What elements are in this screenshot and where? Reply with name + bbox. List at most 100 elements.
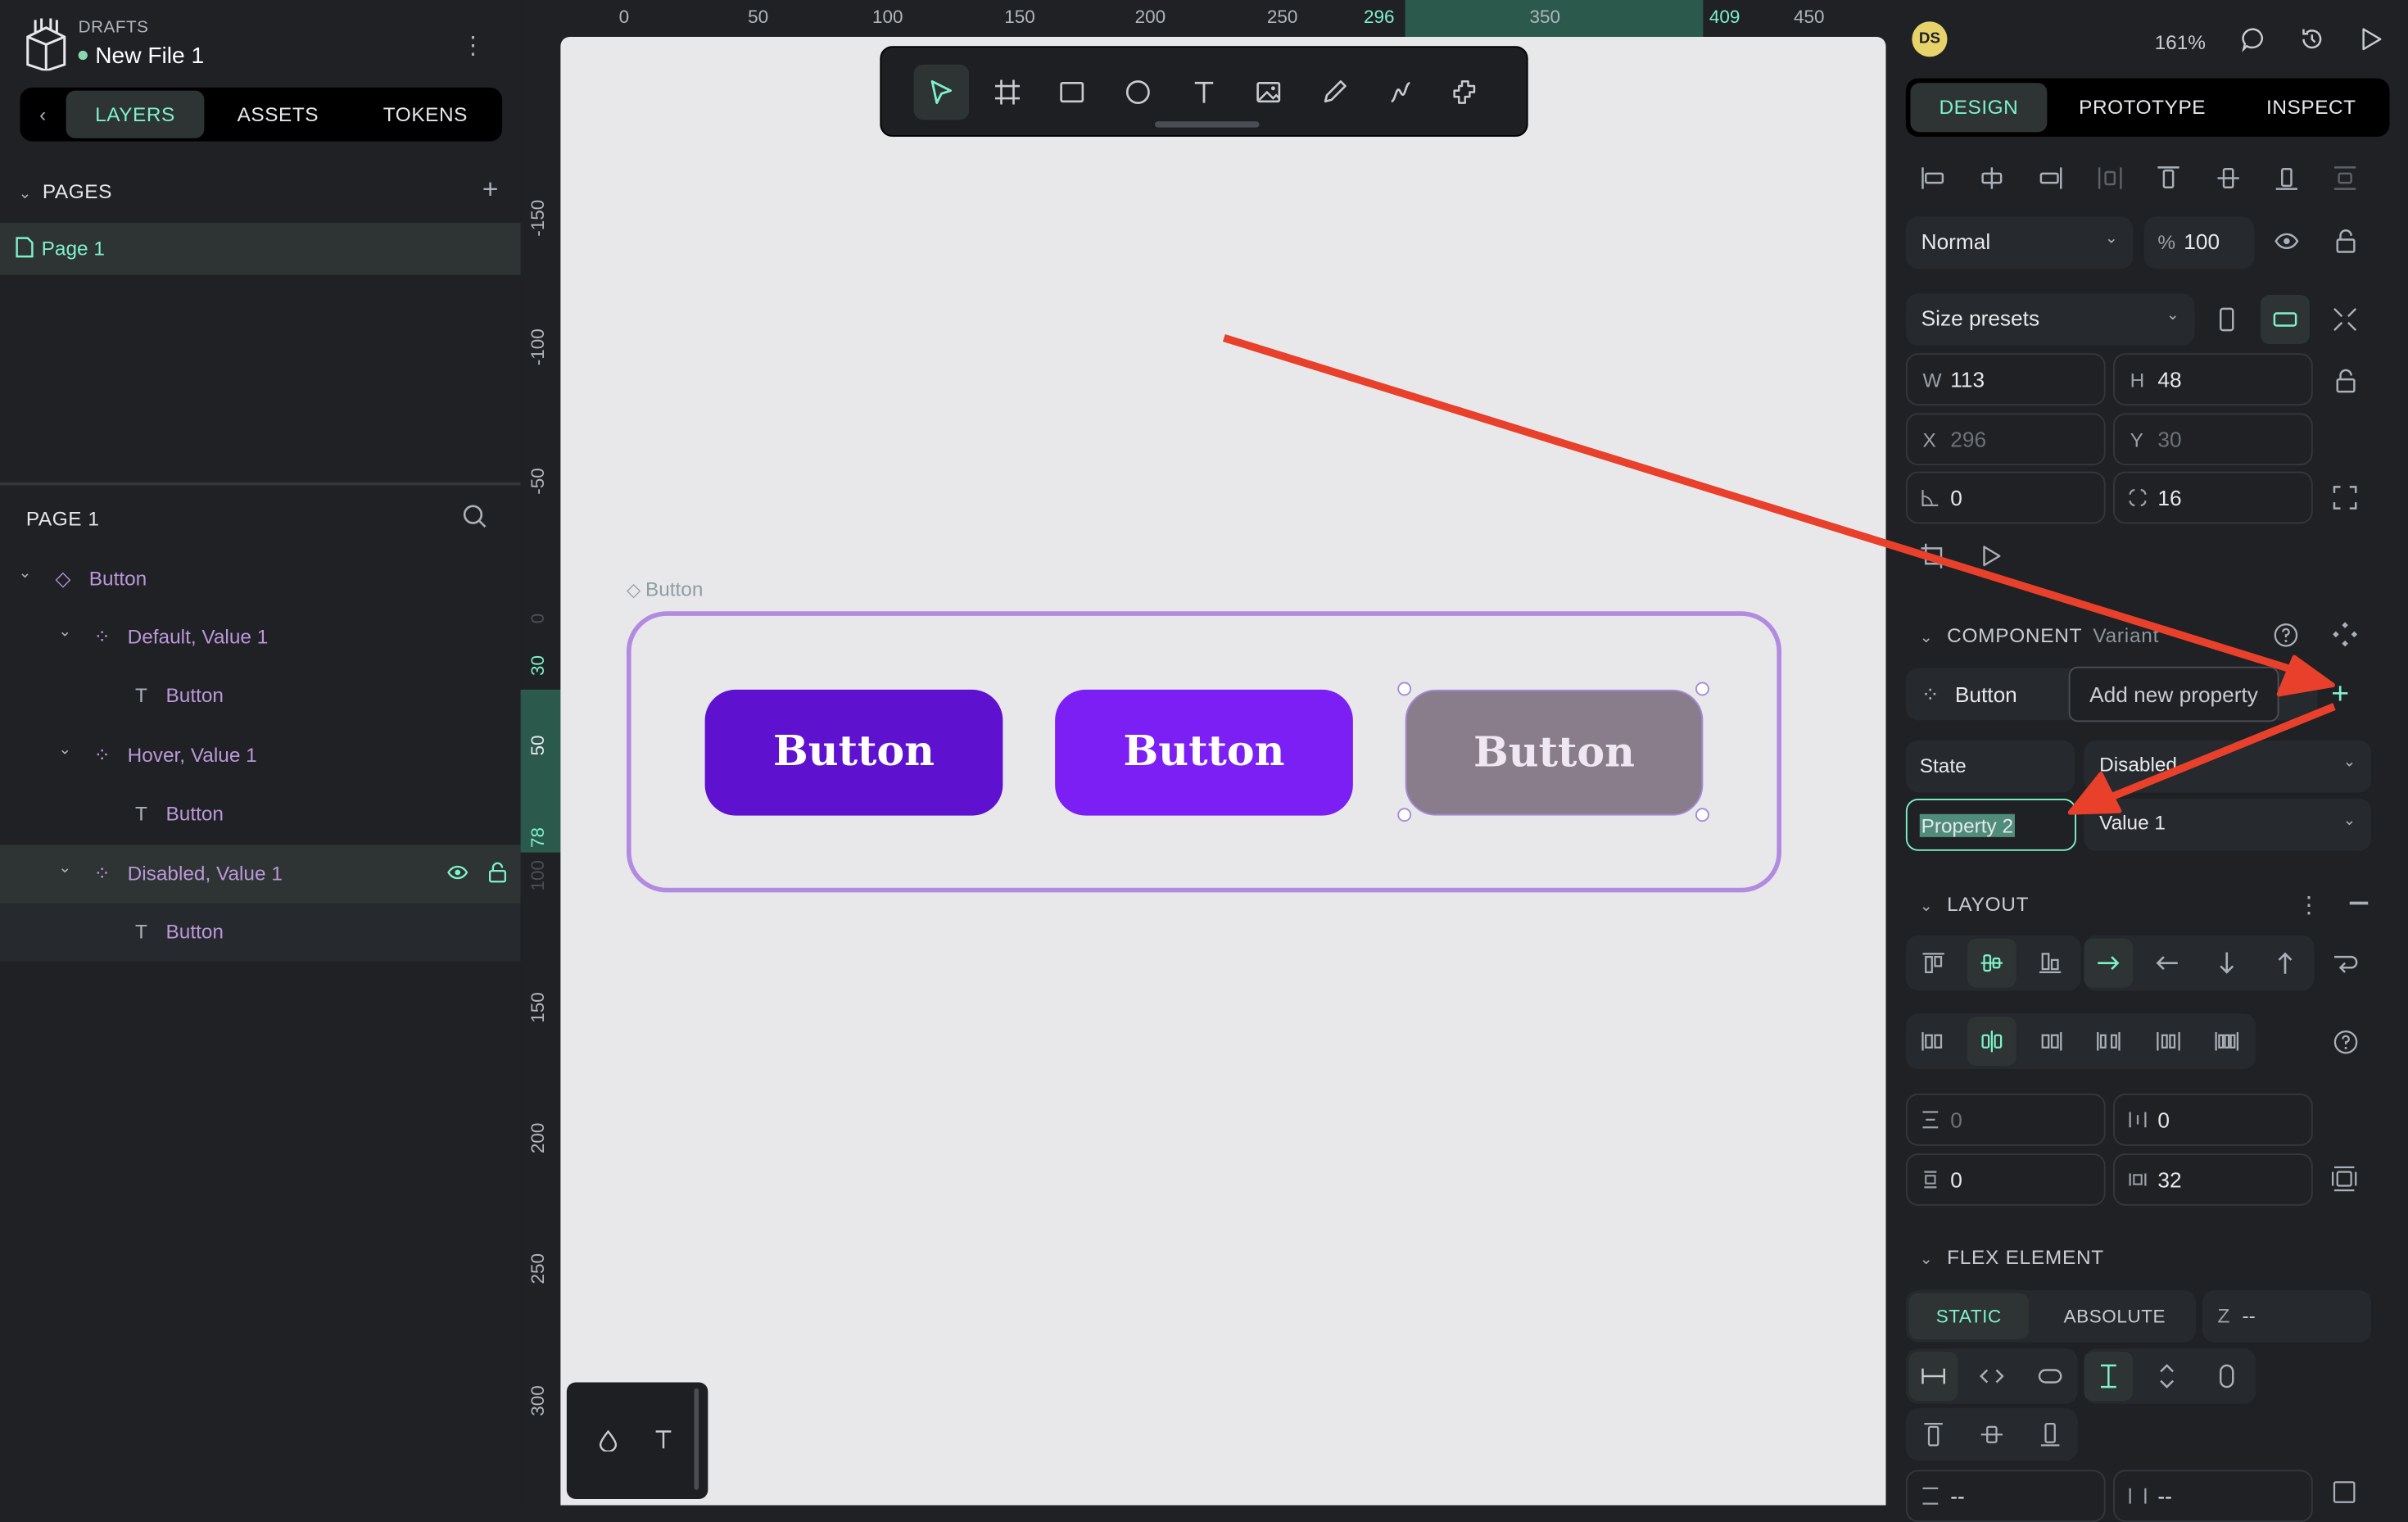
help-icon[interactable]: [2273, 622, 2299, 648]
landscape-orientation-icon[interactable]: [2261, 295, 2310, 344]
eye-icon[interactable]: [447, 865, 468, 881]
layer-row-selected[interactable]: ⌄ ⁘ Disabled, Value 1: [0, 845, 521, 903]
toolbar-grip[interactable]: [1155, 121, 1260, 128]
justify-space-between-icon[interactable]: [2084, 1017, 2133, 1066]
static-button[interactable]: STATIC: [1909, 1293, 2029, 1339]
add-property-button[interactable]: +: [2331, 679, 2349, 710]
rotation-input[interactable]: 0: [1906, 472, 2106, 524]
flex-element-section-header[interactable]: ⌄FLEX ELEMENT: [1920, 1246, 2104, 1269]
fix-height-icon[interactable]: [2084, 1352, 2133, 1401]
add-page-icon[interactable]: +: [482, 174, 499, 206]
component-frame-label[interactable]: ◇Button: [627, 578, 703, 600]
align-end-icon[interactable]: [2026, 939, 2075, 988]
max-size-input[interactable]: --: [2113, 1470, 2313, 1522]
chevron-down-icon[interactable]: ⌄: [19, 565, 32, 582]
eye-icon[interactable]: [2274, 232, 2299, 251]
size-presets-select[interactable]: Size presets⌄: [1906, 293, 2195, 346]
row-gap-input[interactable]: 0: [1906, 1094, 2106, 1146]
color-palette-icon[interactable]: [599, 1430, 618, 1452]
tab-layers[interactable]: LAYERS: [66, 91, 205, 138]
app-logo-icon[interactable]: [25, 19, 68, 71]
chevron-down-icon[interactable]: ⌄: [58, 742, 71, 759]
width-input[interactable]: W113: [1906, 353, 2106, 405]
chevron-down-icon[interactable]: ⌄: [58, 860, 71, 877]
align-center-icon[interactable]: [1967, 939, 2016, 988]
align-left-icon[interactable]: [1909, 154, 1958, 203]
tab-inspect[interactable]: INSPECT: [2234, 79, 2388, 137]
z-index-input[interactable]: Z--: [2202, 1290, 2371, 1343]
clip-content-icon[interactable]: [1920, 542, 1948, 570]
resize-handle[interactable]: [1695, 808, 1709, 822]
text-palette-icon[interactable]: [654, 1430, 673, 1450]
variant-default-button[interactable]: Button: [705, 690, 1003, 816]
fix-width-icon[interactable]: [1909, 1352, 1958, 1401]
text-tool-icon[interactable]: [1176, 65, 1232, 120]
tab-prototype[interactable]: PROTOTYPE: [2059, 79, 2225, 137]
property-value-select[interactable]: Disabled⌄: [2084, 741, 2371, 793]
auto-height-icon[interactable]: [2143, 1352, 2192, 1401]
justify-space-evenly-icon[interactable]: [2202, 1017, 2252, 1066]
property-name-field[interactable]: State: [1906, 741, 2075, 793]
column-gap-input[interactable]: 0: [2113, 1094, 2313, 1146]
search-icon[interactable]: [462, 504, 487, 528]
chevron-down-icon[interactable]: ⌄: [58, 623, 71, 641]
show-in-view-icon[interactable]: [1981, 544, 2003, 568]
vertical-padding-input[interactable]: 0: [1906, 1153, 2106, 1206]
align-self-start-icon[interactable]: [1909, 1410, 1958, 1459]
blend-mode-select[interactable]: Normal⌄: [1906, 216, 2134, 269]
panel-divider[interactable]: [0, 482, 521, 486]
variant-hover-button[interactable]: Button: [1055, 690, 1353, 816]
distribute-h-icon[interactable]: [2085, 154, 2134, 203]
justify-center-icon[interactable]: [1967, 1017, 2016, 1066]
path-tool-icon[interactable]: [1373, 65, 1428, 120]
play-icon[interactable]: [2360, 26, 2383, 52]
layer-row[interactable]: T Button: [0, 785, 521, 843]
history-icon[interactable]: [2299, 26, 2325, 52]
pointer-tool-icon[interactable]: [914, 65, 970, 120]
layer-row[interactable]: ⌄ ⁘ Default, Value 1: [0, 609, 521, 667]
tab-assets[interactable]: ASSETS: [210, 88, 346, 142]
align-start-icon[interactable]: [1909, 939, 1958, 988]
component-section-header[interactable]: ⌄COMPONENTVariant: [1920, 623, 2159, 646]
auto-width-icon[interactable]: [1967, 1352, 2016, 1401]
min-size-input[interactable]: --: [1906, 1470, 2106, 1522]
radius-input[interactable]: 16: [2113, 472, 2313, 524]
y-input[interactable]: Y30: [2113, 413, 2313, 465]
zoom-level[interactable]: 161%: [2155, 31, 2206, 54]
pencil-tool-icon[interactable]: [1307, 65, 1363, 120]
absolute-button[interactable]: ABSOLUTE: [2038, 1293, 2192, 1339]
wrap-icon[interactable]: [2333, 951, 2359, 976]
layout-section-header[interactable]: ⌄LAYOUT: [1920, 892, 2030, 915]
collapse-sidebar-icon[interactable]: ‹: [26, 88, 60, 142]
align-self-center-icon[interactable]: [1967, 1410, 2016, 1459]
justify-start-icon[interactable]: [1909, 1017, 1958, 1066]
comments-icon[interactable]: [2241, 26, 2267, 52]
resize-handle[interactable]: [1695, 682, 1709, 696]
tab-design[interactable]: DESIGN: [1911, 83, 2048, 132]
image-tool-icon[interactable]: [1241, 65, 1297, 120]
resize-handle[interactable]: [1397, 808, 1411, 822]
constraints-icon[interactable]: [2331, 1479, 2357, 1506]
independent-corners-icon[interactable]: [2333, 486, 2357, 510]
property-value-select[interactable]: Value 1⌄: [2084, 799, 2371, 851]
help-icon[interactable]: [2333, 1029, 2359, 1055]
palette-resize-handle[interactable]: [695, 1388, 699, 1490]
direction-row-reverse-icon[interactable]: [2143, 939, 2192, 988]
align-bottom-icon[interactable]: [2262, 154, 2311, 203]
tab-tokens[interactable]: TOKENS: [358, 88, 493, 142]
fill-width-icon[interactable]: [2026, 1352, 2075, 1401]
portrait-orientation-icon[interactable]: [2202, 295, 2252, 344]
layer-row[interactable]: ⌄ ◇ Button: [0, 550, 521, 608]
rectangle-tool-icon[interactable]: [1044, 65, 1100, 120]
lock-icon[interactable]: [488, 862, 507, 883]
avatar[interactable]: DS: [1912, 21, 1947, 57]
padding-mode-icon[interactable]: [2331, 1166, 2357, 1192]
component-menu-icon[interactable]: [2331, 621, 2359, 649]
opacity-input[interactable]: %100: [2144, 216, 2255, 269]
lock-icon[interactable]: [2336, 229, 2356, 253]
pages-header[interactable]: ⌄PAGES: [19, 179, 112, 202]
board-tool-icon[interactable]: [980, 65, 1035, 120]
ellipse-tool-icon[interactable]: [1111, 65, 1166, 120]
variant-disabled-button[interactable]: Button: [1405, 690, 1704, 816]
file-menu-icon[interactable]: ⋮: [461, 31, 486, 62]
